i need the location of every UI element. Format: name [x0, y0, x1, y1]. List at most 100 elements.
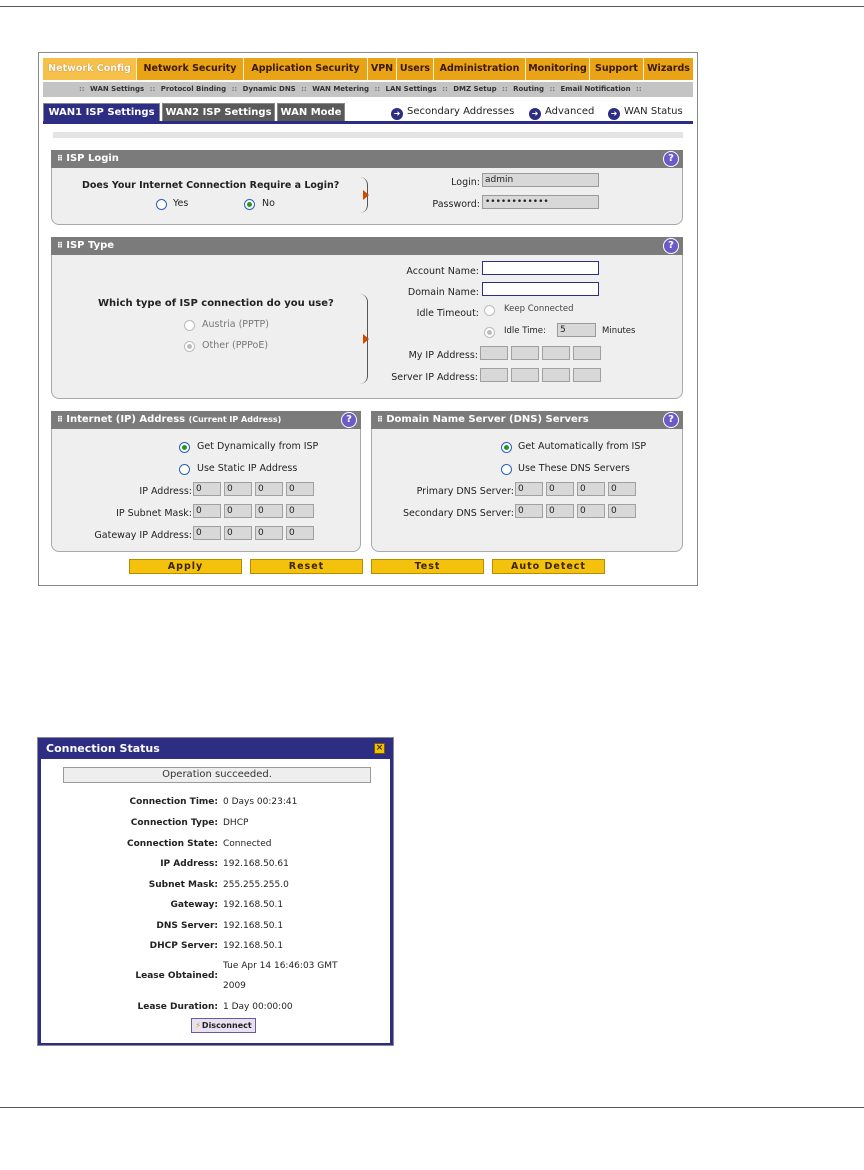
other-pppoe-radio[interactable] — [184, 341, 195, 352]
idle-time-field[interactable]: 5 — [557, 323, 596, 337]
lease-obtained-value-line2: 2009 — [223, 981, 246, 991]
auto-detect-button[interactable]: Auto Detect — [492, 559, 605, 574]
get-auto-dns-radio[interactable] — [501, 442, 512, 453]
subnav-protocol-binding[interactable]: Protocol Binding — [161, 85, 226, 93]
arrow-right-icon: ➜ — [529, 108, 541, 120]
connection-status-window: Connection Status × Operation succeeded.… — [37, 737, 394, 1046]
my-ip-octet-2[interactable] — [511, 346, 539, 360]
help-icon[interactable]: ? — [663, 238, 679, 254]
use-these-dns-radio[interactable] — [501, 464, 512, 475]
link-advanced[interactable]: ➜ Advanced — [529, 105, 594, 120]
disconnect-button[interactable]: ⚡Disconnect — [191, 1018, 256, 1033]
reset-button[interactable]: Reset — [250, 559, 363, 574]
page-bottom-rule — [0, 1107, 864, 1108]
ip-octet-1[interactable]: 0 — [193, 482, 221, 496]
gateway-octet-3[interactable]: 0 — [255, 526, 283, 540]
idle-time-radio[interactable] — [484, 327, 495, 338]
subnav-dynamic-dns[interactable]: Dynamic DNS — [243, 85, 296, 93]
subnav-routing[interactable]: Routing — [513, 85, 544, 93]
wan-settings-screenshot: Network Config Network Security Applicat… — [38, 52, 698, 586]
minutes-label: Minutes — [602, 326, 636, 336]
nav-vpn[interactable]: VPN — [368, 58, 397, 80]
subnav-separator: :: — [636, 85, 642, 93]
sub-navigation: :: WAN Settings :: Protocol Binding :: D… — [43, 82, 693, 97]
close-icon[interactable]: × — [374, 743, 385, 754]
subnav-separator: :: — [502, 85, 508, 93]
primary-dns-label: Primary DNS Server: — [416, 486, 514, 497]
subnav-lan-settings[interactable]: LAN Settings — [385, 85, 436, 93]
isp-type-header: ⠿ ISP Type ? — [51, 237, 683, 255]
server-ip-octet-4[interactable] — [573, 368, 601, 382]
tab-wan2-isp-settings[interactable]: WAN2 ISP Settings — [162, 103, 275, 121]
domain-name-field[interactable] — [482, 282, 599, 296]
mask-octet-3[interactable]: 0 — [255, 504, 283, 518]
nav-network-config[interactable]: Network Config — [43, 58, 137, 80]
secondary-dns-octet-1[interactable]: 0 — [515, 504, 543, 518]
password-field[interactable]: •••••••••••• — [482, 195, 599, 209]
subnav-wan-settings[interactable]: WAN Settings — [90, 85, 144, 93]
section-title: Domain Name Server (DNS) Servers — [386, 414, 589, 425]
account-name-label: Account Name: — [406, 266, 479, 277]
server-ip-octet-3[interactable] — [542, 368, 570, 382]
mask-octet-4[interactable]: 0 — [286, 504, 314, 518]
primary-dns-octet-1[interactable]: 0 — [515, 482, 543, 496]
gateway-octet-4[interactable]: 0 — [286, 526, 314, 540]
nav-monitoring[interactable]: Monitoring — [526, 58, 590, 80]
connection-type-value: DHCP — [223, 818, 249, 828]
ip-address-label: IP Address: — [139, 486, 192, 497]
gateway-octet-1[interactable]: 0 — [193, 526, 221, 540]
server-ip-octet-1[interactable] — [480, 368, 508, 382]
help-icon[interactable]: ? — [341, 412, 357, 428]
nav-support[interactable]: Support — [590, 58, 644, 80]
login-field[interactable]: admin — [482, 173, 599, 187]
connection-time-value: 0 Days 00:23:41 — [223, 797, 298, 807]
grip-icon: ⠿ — [57, 241, 63, 250]
subnav-wan-metering[interactable]: WAN Metering — [312, 85, 369, 93]
apply-button[interactable]: Apply — [129, 559, 242, 574]
server-ip-octet-2[interactable] — [511, 368, 539, 382]
current-ip-link[interactable]: (Current IP Address) — [189, 415, 282, 424]
ip-octet-3[interactable]: 0 — [255, 482, 283, 496]
connection-status-body: Operation succeeded. Connection Time: 0 … — [41, 759, 390, 1043]
subnav-email-notification[interactable]: Email Notification — [561, 85, 631, 93]
login-no-radio[interactable] — [244, 199, 255, 210]
mask-octet-2[interactable]: 0 — [224, 504, 252, 518]
austria-pptp-radio[interactable] — [184, 320, 195, 331]
gateway-octet-2[interactable]: 0 — [224, 526, 252, 540]
nav-administration[interactable]: Administration — [434, 58, 526, 80]
tab-wan1-isp-settings[interactable]: WAN1 ISP Settings — [43, 103, 160, 121]
nav-wizards[interactable]: Wizards — [644, 58, 693, 80]
primary-dns-octet-4[interactable]: 0 — [608, 482, 636, 496]
ip-octet-2[interactable]: 0 — [224, 482, 252, 496]
link-secondary-addresses[interactable]: ➜ Secondary Addresses — [391, 105, 514, 120]
test-button[interactable]: Test — [371, 559, 484, 574]
secondary-dns-octet-4[interactable]: 0 — [608, 504, 636, 518]
subnav-separator: :: — [231, 85, 238, 93]
nav-network-security[interactable]: Network Security — [137, 58, 244, 80]
help-icon[interactable]: ? — [663, 151, 679, 167]
my-ip-octet-4[interactable] — [573, 346, 601, 360]
login-yes-radio[interactable] — [156, 199, 167, 210]
account-name-field[interactable] — [482, 261, 599, 275]
subnav-dmz-setup[interactable]: DMZ Setup — [453, 85, 496, 93]
subnet-mask-label: Subnet Mask: — [148, 880, 218, 890]
nav-users[interactable]: Users — [397, 58, 434, 80]
austria-pptp-label: Austria (PPTP) — [202, 319, 269, 330]
use-static-ip-radio[interactable] — [179, 464, 190, 475]
help-icon[interactable]: ? — [663, 412, 679, 428]
keep-connected-radio[interactable] — [484, 305, 495, 316]
primary-dns-octet-3[interactable]: 0 — [577, 482, 605, 496]
nav-application-security[interactable]: Application Security — [244, 58, 368, 80]
get-dynamically-label: Get Dynamically from ISP — [197, 441, 319, 452]
tab-wan-mode[interactable]: WAN Mode — [277, 103, 345, 121]
ip-octet-4[interactable]: 0 — [286, 482, 314, 496]
mask-octet-1[interactable]: 0 — [193, 504, 221, 518]
secondary-dns-octet-3[interactable]: 0 — [577, 504, 605, 518]
my-ip-octet-3[interactable] — [542, 346, 570, 360]
my-ip-octet-1[interactable] — [480, 346, 508, 360]
ip-subnet-mask-label: IP Subnet Mask: — [116, 508, 192, 519]
secondary-dns-octet-2[interactable]: 0 — [546, 504, 574, 518]
link-wan-status[interactable]: ➜ WAN Status — [608, 105, 683, 120]
get-dynamically-radio[interactable] — [179, 442, 190, 453]
primary-dns-octet-2[interactable]: 0 — [546, 482, 574, 496]
